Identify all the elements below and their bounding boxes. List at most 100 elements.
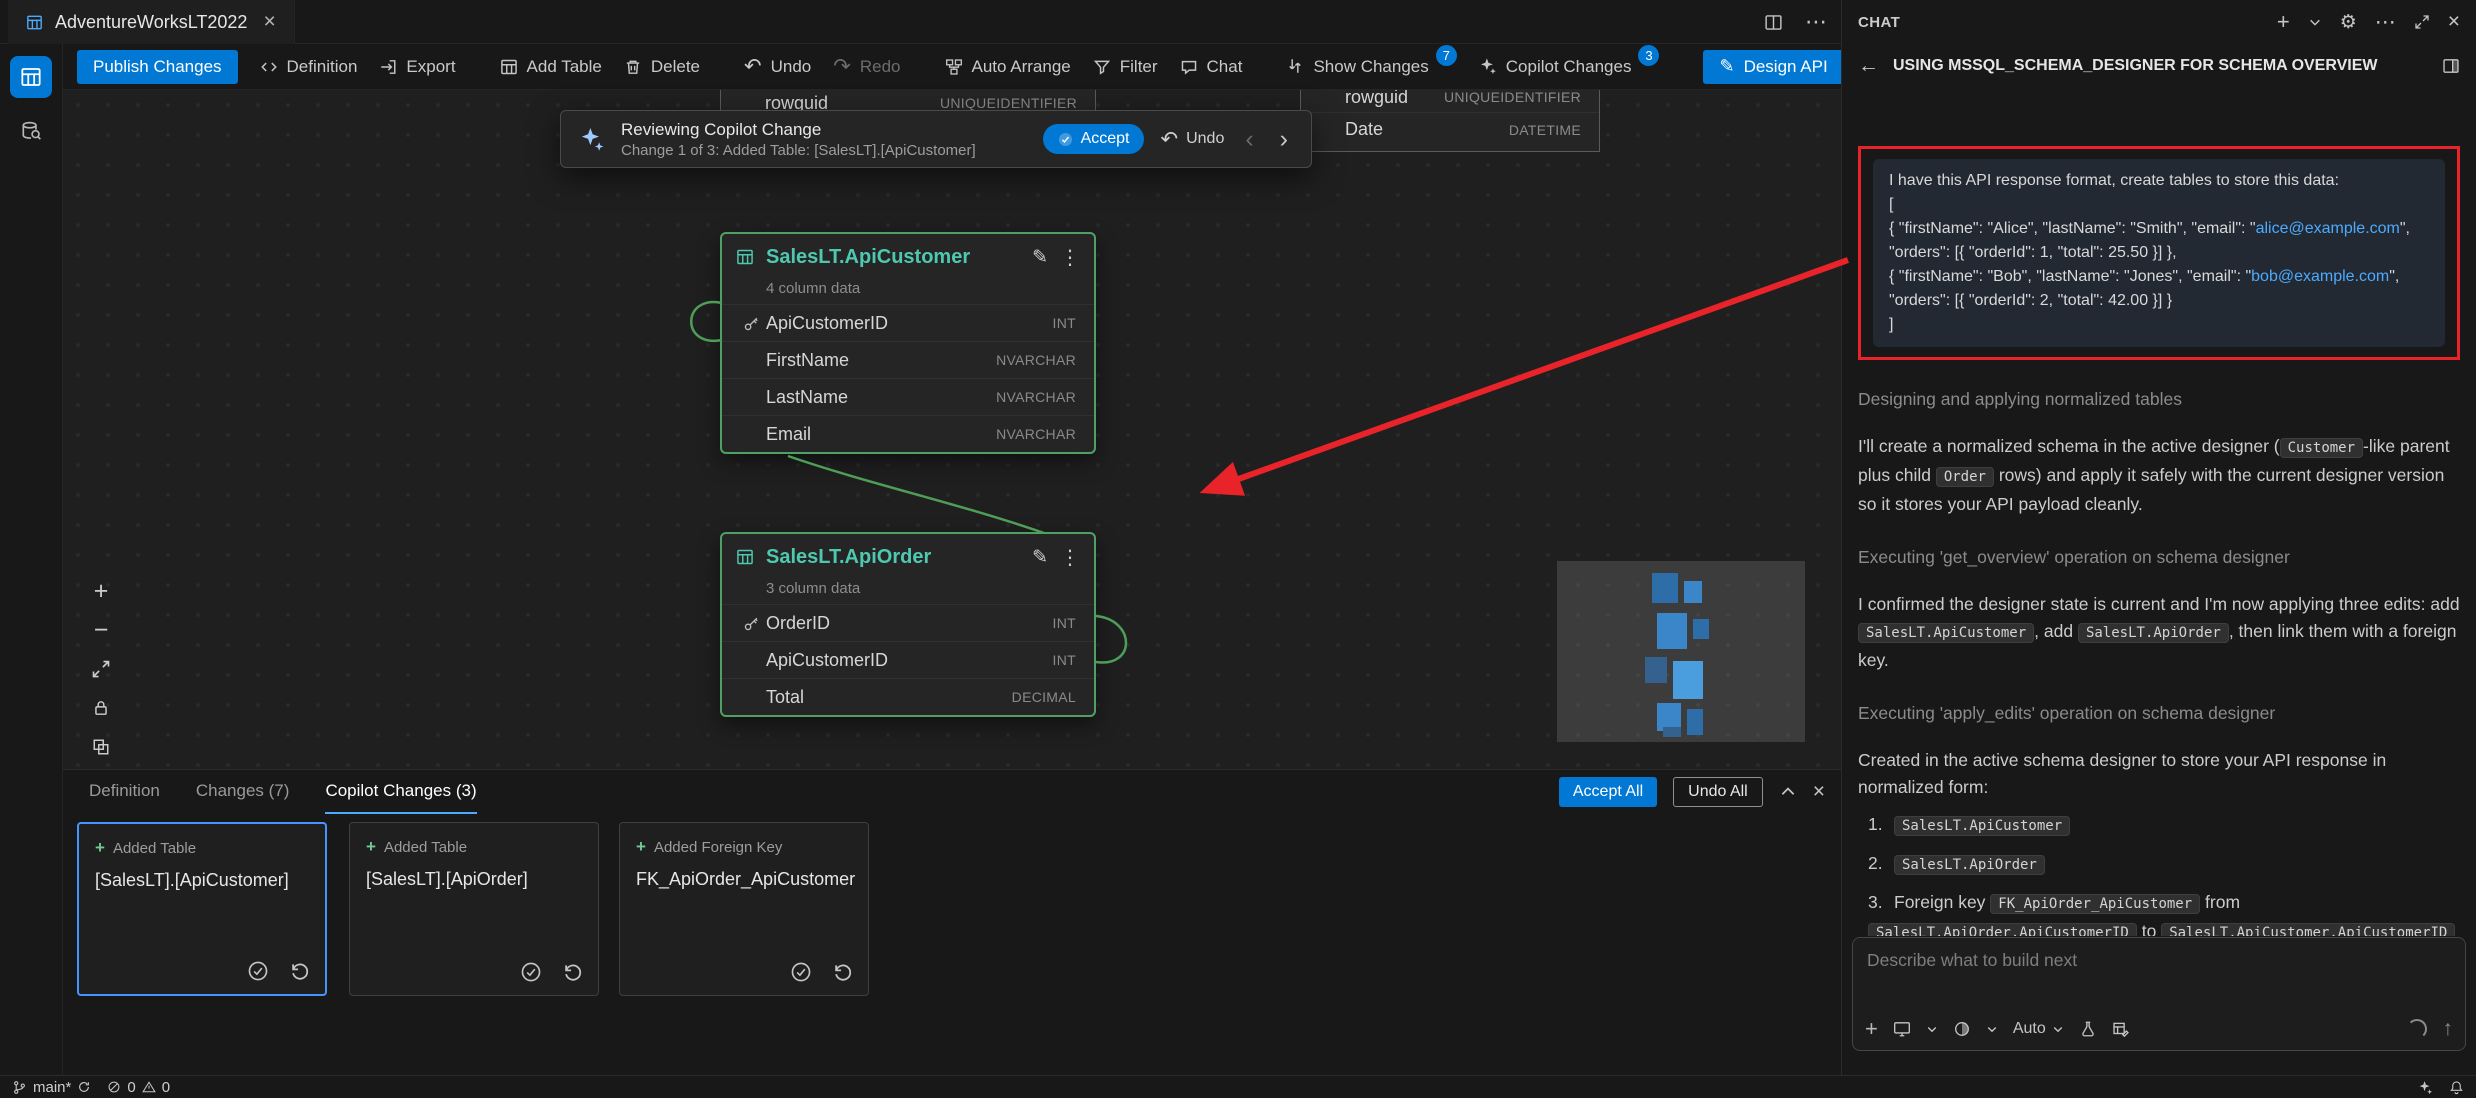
accept-change-icon[interactable]	[520, 961, 542, 983]
table-name: SalesLT.ApiOrder	[766, 546, 1020, 569]
tab-copilot-changes[interactable]: Copilot Changes (3)	[325, 770, 476, 814]
filter-button[interactable]: Filter	[1093, 57, 1158, 77]
mode-icon[interactable]	[1953, 1020, 1971, 1038]
email-link[interactable]: alice@example.com	[2256, 220, 2400, 237]
primary-key-icon	[736, 615, 766, 632]
chat-more-actions-icon[interactable]: ⋯	[2375, 10, 2396, 35]
send-icon[interactable]: ↑	[2443, 1017, 2454, 1041]
review-subtitle: Change 1 of 3: Added Table: [SalesLT].[A…	[621, 142, 1027, 159]
accept-change-icon[interactable]	[790, 961, 812, 983]
chat-input-box[interactable]: + Auto ↑	[1852, 937, 2466, 1051]
design-api-button[interactable]: ✎ Design API	[1703, 50, 1841, 84]
accept-change-button[interactable]: Accept	[1043, 124, 1145, 154]
accept-change-icon[interactable]	[247, 960, 269, 982]
change-card-foreign-key[interactable]: +Added Foreign Key FK_ApiOrder_ApiCustom…	[619, 822, 869, 996]
chat-settings-gear-icon[interactable]: ⚙	[2340, 11, 2357, 34]
add-context-icon[interactable]: +	[1865, 1016, 1878, 1042]
schema-canvas[interactable]: rowguid UNIQUEIDENTIFIER rowguid UNIQUEI…	[63, 90, 1841, 769]
editor-more-actions-icon[interactable]: ⋯	[1805, 9, 1827, 35]
undo-change-icon[interactable]	[562, 961, 584, 983]
chevron-down-icon[interactable]	[1926, 1023, 1938, 1035]
inline-code: Order	[1936, 467, 1994, 487]
close-panel-icon[interactable]: ×	[1813, 780, 1825, 804]
back-icon[interactable]: ←	[1858, 54, 1879, 78]
schema-designer-icon[interactable]	[10, 56, 52, 98]
notifications-bell-icon[interactable]	[2449, 1080, 2464, 1095]
loading-spinner-icon	[2407, 1019, 2427, 1039]
table-card-apicustomer[interactable]: SalesLT.ApiCustomer ✎ ⋮ 4 column data Ap…	[720, 232, 1096, 454]
publish-changes-button[interactable]: Publish Changes	[77, 50, 238, 84]
export-diagram-icon[interactable]	[88, 734, 114, 760]
maximize-panel-icon[interactable]	[2414, 14, 2430, 30]
chat-input[interactable]	[1867, 950, 2451, 1000]
tools-icon[interactable]	[2079, 1020, 2097, 1038]
undo-change-icon[interactable]	[289, 960, 311, 982]
inline-code: FK_ApiOrder_ApiCustomer	[1990, 894, 2200, 914]
database-search-icon[interactable]	[10, 110, 52, 152]
delete-button[interactable]: Delete	[624, 57, 700, 77]
minimap[interactable]	[1557, 561, 1805, 742]
definition-button[interactable]: Definition	[260, 57, 358, 77]
copilot-status-icon[interactable]	[2418, 1080, 2433, 1095]
model-picker[interactable]: Auto	[2013, 1020, 2064, 1038]
list-item: 3.Foreign key FK_ApiOrder_ApiCustomer fr…	[1868, 889, 2460, 936]
undo-all-button[interactable]: Undo All	[1673, 777, 1763, 807]
tab-title: AdventureWorksLT2022	[55, 12, 247, 33]
undo-change-icon[interactable]	[832, 961, 854, 983]
tab-adventureworks[interactable]: AdventureWorksLT2022 ×	[8, 0, 295, 44]
sync-icon[interactable]	[77, 1080, 91, 1094]
show-changes-button[interactable]: Show Changes 7	[1286, 57, 1456, 77]
review-title: Reviewing Copilot Change	[621, 120, 1027, 140]
chat-button[interactable]: Chat	[1180, 57, 1243, 77]
collapse-panel-icon[interactable]	[1779, 783, 1797, 801]
previous-change-icon[interactable]: ‹	[1240, 127, 1258, 152]
chat-header: CHAT + ⚙ ⋯ ×	[1842, 0, 2476, 44]
column-row[interactable]: OrderID INT	[722, 604, 1094, 641]
new-chat-icon[interactable]: +	[2277, 9, 2290, 35]
problems-indicator[interactable]: 0 0	[107, 1079, 170, 1096]
canvas-controls: + −	[88, 578, 114, 760]
annotation-red-box: I have this API response format, create …	[1858, 146, 2460, 360]
column-row[interactable]: Email NVARCHAR	[722, 415, 1094, 452]
tab-changes[interactable]: Changes (7)	[196, 770, 290, 814]
auto-arrange-button[interactable]: Auto Arrange	[945, 57, 1071, 77]
column-row[interactable]: Total DECIMAL	[722, 678, 1094, 715]
next-change-icon[interactable]: ›	[1275, 127, 1293, 152]
zoom-out-icon[interactable]: −	[88, 617, 114, 643]
column-row[interactable]: FirstName NVARCHAR	[722, 341, 1094, 378]
undo-button[interactable]: ↶ Undo	[744, 56, 811, 77]
chevron-down-icon[interactable]	[1986, 1023, 1998, 1035]
lock-icon[interactable]	[88, 695, 114, 721]
edit-table-icon[interactable]: ✎	[1032, 546, 1048, 569]
export-button[interactable]: Export	[379, 57, 455, 77]
zoom-in-icon[interactable]: +	[88, 578, 114, 604]
errors-icon	[107, 1080, 121, 1094]
tab-close-icon[interactable]: ×	[263, 10, 275, 34]
change-card-apiorder[interactable]: +Added Table [SalesLT].[ApiOrder]	[349, 822, 599, 996]
tab-definition[interactable]: Definition	[89, 770, 160, 814]
chevron-down-icon[interactable]	[2308, 15, 2322, 29]
inline-code: SalesLT.ApiCustomer	[1894, 816, 2070, 836]
change-card-apicustomer[interactable]: +Added Table [SalesLT].[ApiCustomer]	[77, 822, 327, 996]
partial-table[interactable]: rowguid UNIQUEIDENTIFIER Date DATETIME	[1300, 90, 1600, 152]
copilot-changes-button[interactable]: Copilot Changes 3	[1479, 57, 1660, 77]
fit-to-screen-icon[interactable]	[88, 656, 114, 682]
column-row[interactable]: LastName NVARCHAR	[722, 378, 1094, 415]
email-link[interactable]: bob@example.com	[2251, 268, 2389, 285]
table-menu-icon[interactable]: ⋮	[1060, 245, 1080, 270]
column-row[interactable]: ApiCustomerID INT	[722, 304, 1094, 341]
split-editor-icon[interactable]	[1764, 13, 1783, 32]
table-card-apiorder[interactable]: SalesLT.ApiOrder ✎ ⋮ 3 column data Order…	[720, 532, 1096, 717]
add-table-icon	[500, 58, 518, 76]
screen-icon[interactable]	[1893, 1020, 1911, 1038]
table-menu-icon[interactable]: ⋮	[1060, 545, 1080, 570]
column-row[interactable]: ApiCustomerID INT	[722, 641, 1094, 678]
edit-table-icon[interactable]: ✎	[1032, 246, 1048, 269]
close-chat-icon[interactable]: ×	[2448, 10, 2460, 34]
git-branch-indicator[interactable]: main*	[12, 1079, 91, 1096]
open-in-editor-icon[interactable]	[2442, 57, 2460, 75]
accept-all-button[interactable]: Accept All	[1559, 777, 1657, 807]
undo-change-button[interactable]: ↶ Undo	[1160, 129, 1224, 150]
add-table-button[interactable]: Add Table	[500, 57, 602, 77]
redo-button[interactable]: ↷ Redo	[833, 56, 900, 77]
